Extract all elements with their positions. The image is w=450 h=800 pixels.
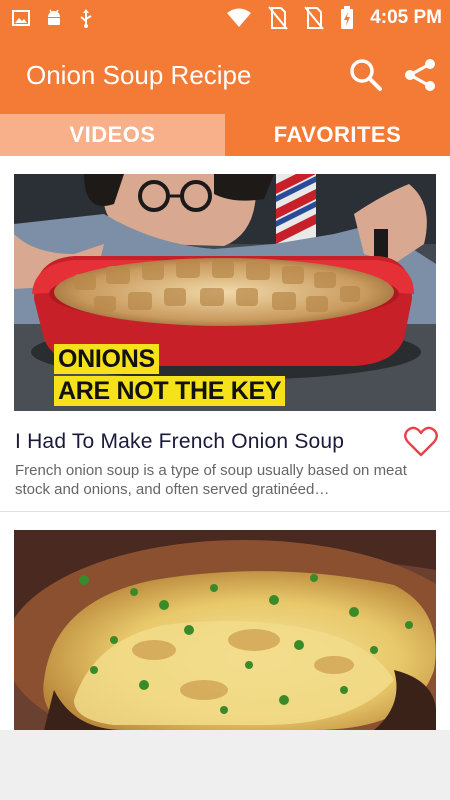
no-sim-icon [268,6,288,30]
search-icon[interactable] [346,55,386,95]
video-thumbnail[interactable]: ONIONS ARE NOT THE KEY [14,174,436,411]
wifi-icon [226,8,252,28]
no-sim-icon [304,6,324,30]
caption-line: ARE NOT THE KEY [54,376,286,406]
tab-bar: VIDEOS FAVORITES [0,114,450,156]
video-description: French onion soup is a type of soup usua… [15,462,407,498]
android-icon [44,8,64,28]
battery-charging-icon [340,6,354,30]
bottom-area [0,730,450,800]
thumbnail-caption: ONIONS ARE NOT THE KEY [54,344,286,408]
caption-line: ONIONS [54,344,159,374]
app-title: Onion Soup Recipe [26,59,252,90]
video-card[interactable]: ONIONS ARE NOT THE KEY I Had To Make Fre… [0,156,450,512]
tab-favorites[interactable]: FAVORITES [225,114,450,156]
status-time: 4:05 PM [370,7,442,28]
usb-icon [78,8,94,28]
status-bar: 4:05 PM [0,0,450,36]
image-icon [12,9,30,27]
video-thumbnail[interactable] [14,530,436,730]
video-card[interactable] [0,512,450,730]
heart-outline-icon[interactable] [404,426,438,458]
app-bar: Onion Soup Recipe [0,36,450,114]
video-title[interactable]: I Had To Make French Onion Soup [15,430,344,454]
share-icon[interactable] [400,55,440,95]
tab-videos[interactable]: VIDEOS [0,114,225,156]
video-list: ONIONS ARE NOT THE KEY I Had To Make Fre… [0,156,450,730]
